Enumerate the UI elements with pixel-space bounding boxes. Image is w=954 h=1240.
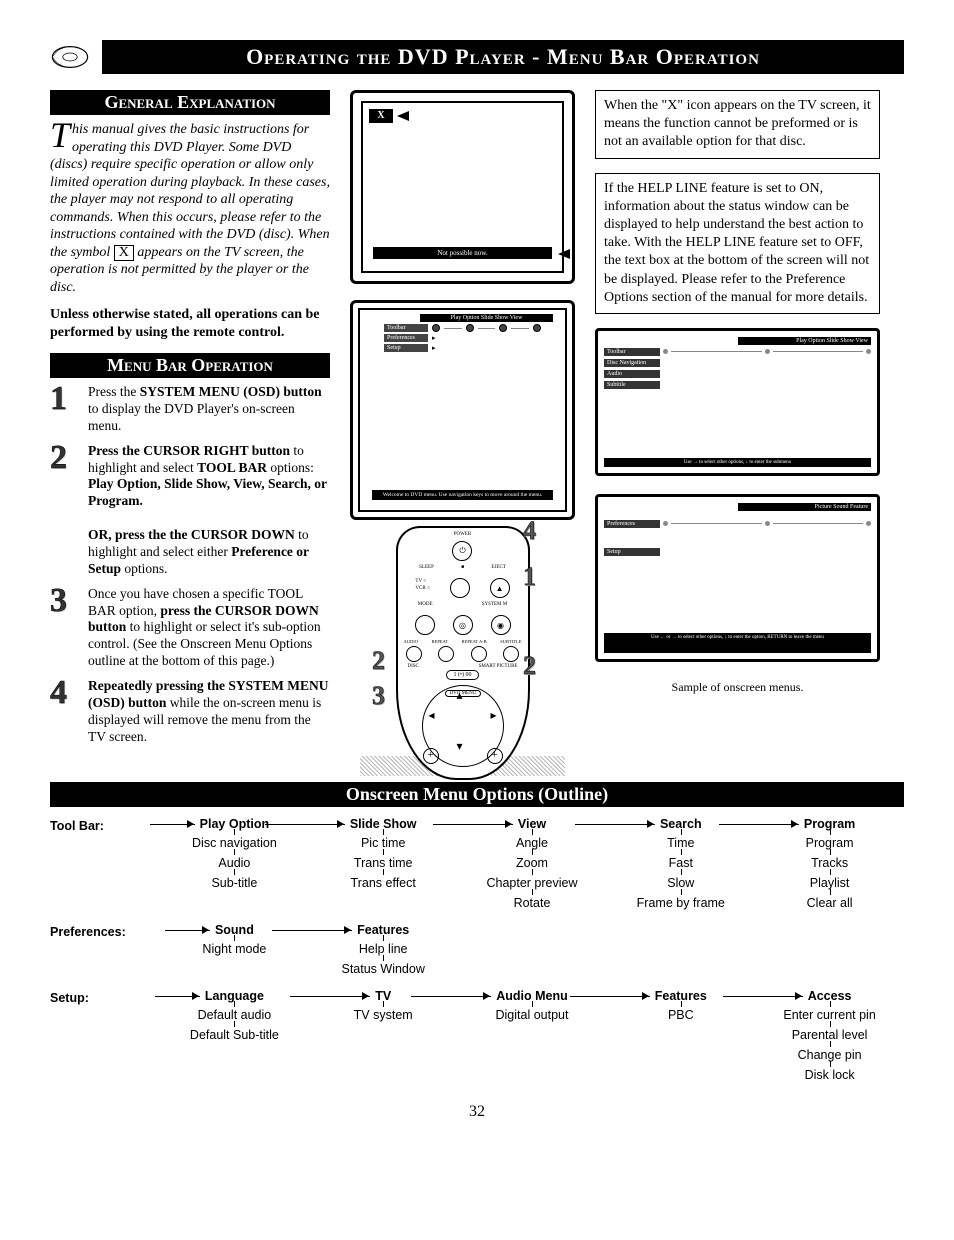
general-header: General Explanation <box>50 90 330 115</box>
disc-icon <box>50 43 90 71</box>
intro-paragraph: T his manual gives the basic instruction… <box>50 121 330 296</box>
outline-group: Slide ShowPic timeTrans timeTrans effect <box>309 817 458 913</box>
outline-item: Frame by frame <box>606 893 755 913</box>
arrow-icon <box>397 111 409 121</box>
outline-row-label: Setup: <box>50 989 160 1005</box>
dpad[interactable]: DVD MENU ◂ ▸ ▴ ▾ + + <box>422 685 504 767</box>
step-text: Repeatedly pressing the SYSTEM MENU (OSD… <box>88 678 330 746</box>
helpline-box: If the HELP LINE feature is set to ON, i… <box>595 173 880 314</box>
outline-group: TVTV system <box>309 989 458 1085</box>
x-icon: X <box>369 109 393 123</box>
menu-help-line: Welcome to DVD menu. Use navigation keys… <box>372 490 553 500</box>
outline-group: Audio MenuDigital output <box>458 989 607 1085</box>
step: 3Once you have chosen a specific TOOL BA… <box>50 586 330 670</box>
page-number: 32 <box>50 1103 904 1121</box>
system-menu-button[interactable]: ◉ <box>491 615 511 635</box>
step-text: Press the SYSTEM MENU (OSD) button to di… <box>88 384 330 435</box>
power-button[interactable]: ⏻ <box>452 541 472 561</box>
outline-group: ProgramProgramTracksPlaylistClear all <box>755 817 904 913</box>
eject-button[interactable]: ▲ <box>490 578 510 598</box>
outline-item: Night mode <box>160 939 309 959</box>
screen-x-diagram: X Not possible now. <box>350 90 575 284</box>
outline-row: Setup:LanguageDefault audioDefault Sub-t… <box>50 989 904 1085</box>
sleep-button[interactable] <box>450 578 470 598</box>
outline-header: Onscreen Menu Options (Outline) <box>50 782 904 807</box>
remote-diagram: POWER ⏻ SLEEP ■ EJECT TV ○VCR ○ ▲ MODE S… <box>350 526 575 776</box>
step: 2Press the CURSOR RIGHT button to highli… <box>50 443 330 578</box>
step-text: Once you have chosen a specific TOOL BAR… <box>88 586 330 670</box>
outline-item: Digital output <box>458 1005 607 1025</box>
menubar-header: Menu Bar Operation <box>50 353 330 378</box>
outline-item: Status Window <box>309 959 458 979</box>
outline-row: Preferences:SoundNight modeFeaturesHelp … <box>50 923 904 979</box>
status-bar: Not possible now. <box>373 247 552 259</box>
outline-row-label: Tool Bar: <box>50 817 160 833</box>
outline-item: Clear all <box>755 893 904 913</box>
outline-item: Disk lock <box>755 1065 904 1085</box>
outline-item: Rotate <box>458 893 607 913</box>
callout-4: 4 <box>523 516 545 542</box>
x-symbol: X <box>114 245 134 261</box>
callout-1: 1 <box>523 562 545 588</box>
sample-menu-2: Picture Sound Feature Preferences Setup … <box>595 494 880 662</box>
outline-group: ViewAngleZoomChapter previewRotate <box>458 817 607 913</box>
outline-item: Default Sub-title <box>160 1025 309 1045</box>
step-number: 4 <box>50 678 80 746</box>
outline-group <box>755 923 904 979</box>
step-number: 1 <box>50 384 80 435</box>
outline-item: Sub-title <box>160 873 309 893</box>
step: 4Repeatedly pressing the SYSTEM MENU (OS… <box>50 678 330 746</box>
center-button[interactable]: ◎ <box>453 615 473 635</box>
outline-group: LanguageDefault audioDefault Sub-title <box>160 989 309 1085</box>
dropcap: T <box>50 121 72 149</box>
sample-caption: Sample of onscreen menus. <box>595 680 880 695</box>
outline-group: SoundNight mode <box>160 923 309 979</box>
outline-group: Play OptionDisc navigationAudioSub-title <box>160 817 309 913</box>
sample-menu-1: Play Option Slide Show View Toolbar Disc… <box>595 328 880 476</box>
outline-group: FeaturesHelp lineStatus Window <box>309 923 458 979</box>
step-number: 2 <box>50 443 80 578</box>
title-bar: Operating the DVD Player - Menu Bar Oper… <box>50 40 904 74</box>
outline-group <box>458 923 607 979</box>
outline-item: Trans effect <box>309 873 458 893</box>
bold-note: Unless otherwise stated, all operations … <box>50 306 330 341</box>
callout-2b: 2 <box>372 646 394 672</box>
outline-group <box>606 923 755 979</box>
step-text: Press the CURSOR RIGHT button to highlig… <box>88 443 330 578</box>
toolbar-menu-diagram: Play Option Slide Show View Toolbar Pref… <box>350 300 575 520</box>
outline-group: AccessEnter current pinParental levelCha… <box>755 989 904 1085</box>
steps-list: 1Press the SYSTEM MENU (OSD) button to d… <box>50 384 330 746</box>
x-explanation-box: When the "X" icon appears on the TV scre… <box>595 90 880 159</box>
outline-group: SearchTimeFastSlowFrame by frame <box>606 817 755 913</box>
mode-button[interactable] <box>415 615 435 635</box>
arrow-icon <box>558 249 570 259</box>
outline-group: FeaturesPBC <box>606 989 755 1085</box>
outline-row-label: Preferences: <box>50 923 160 939</box>
outline-row: Tool Bar:Play OptionDisc navigationAudio… <box>50 817 904 913</box>
outline-item: PBC <box>606 1005 755 1025</box>
step-number: 3 <box>50 586 80 670</box>
outline-item: TV system <box>309 1005 458 1025</box>
menu-tabs: Play Option Slide Show View <box>420 314 553 322</box>
outline-table: Tool Bar:Play OptionDisc navigationAudio… <box>50 817 904 1085</box>
callout-2: 2 <box>523 651 545 677</box>
page-title: Operating the DVD Player - Menu Bar Oper… <box>102 40 904 74</box>
callout-3: 3 <box>372 681 394 707</box>
step: 1Press the SYSTEM MENU (OSD) button to d… <box>50 384 330 435</box>
